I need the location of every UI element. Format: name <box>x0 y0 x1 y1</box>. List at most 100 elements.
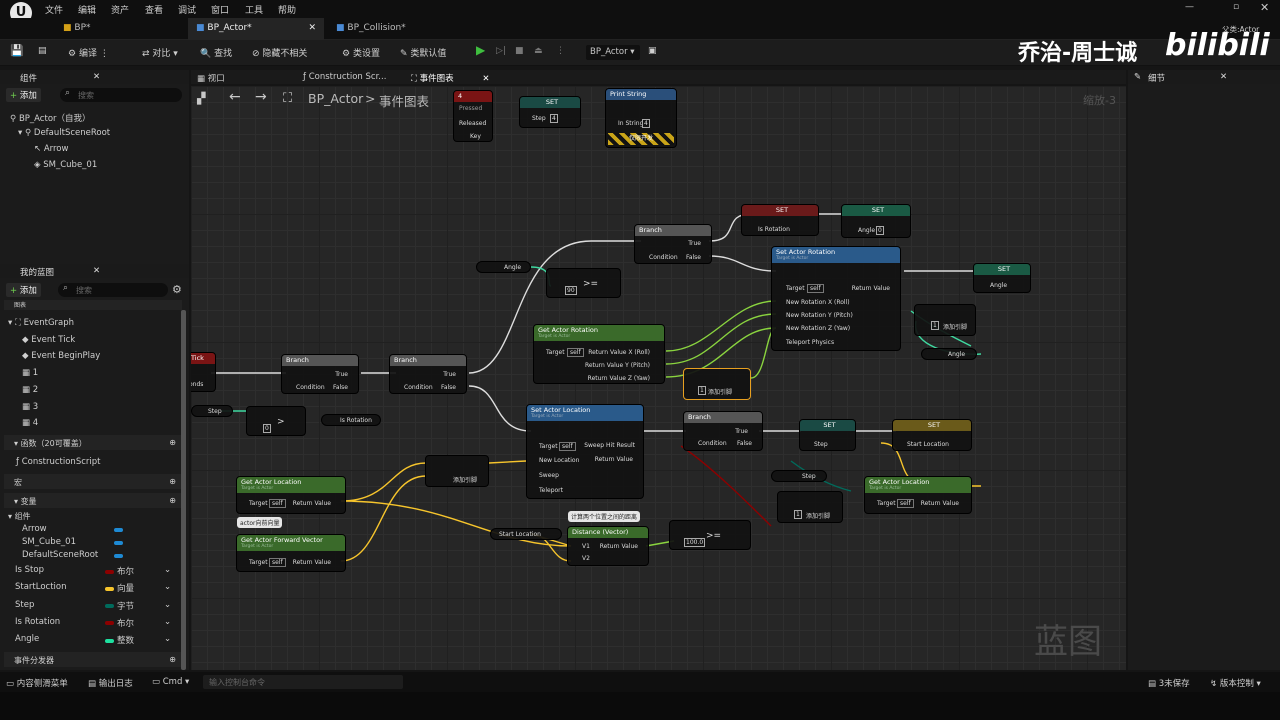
set-step-node[interactable]: SET Step 4 <box>519 96 581 128</box>
play-icon[interactable]: ▶ <box>476 43 485 57</box>
add-variable-icon[interactable]: ⊕ <box>169 496 176 505</box>
start-location-getter[interactable]: Start Location <box>490 528 562 540</box>
close-tab-icon[interactable]: ✕ <box>482 74 489 84</box>
menu-asset[interactable]: 资产 <box>111 3 129 16</box>
print-string-node[interactable]: Print String In String 4 仅限开发 <box>605 88 677 148</box>
string-value[interactable]: 4 <box>642 119 650 128</box>
set-is-rotation-node[interactable]: SET Is Rotation <box>741 204 819 236</box>
set-angle-node[interactable]: SET Angle 0 <box>841 204 911 238</box>
close-tab-icon[interactable]: ✕ <box>308 23 316 33</box>
menu-file[interactable]: 文件 <box>45 3 63 16</box>
add-node[interactable]: 1 添加引脚 <box>914 304 976 336</box>
unsaved-button[interactable]: ▤ 3未保存 <box>1148 677 1190 689</box>
var-item[interactable]: Step <box>15 600 34 610</box>
browse-debug-icon[interactable]: ▣ <box>648 46 657 56</box>
event-item[interactable]: ▦ 1 <box>22 368 38 378</box>
tab-bp-actor[interactable]: ■ BP_Actor* ✕ <box>188 18 324 40</box>
angle-value[interactable]: 0 <box>876 226 884 235</box>
tree-item-root[interactable]: ▾ ⚲ DefaultSceneRoot <box>18 128 110 138</box>
class-settings-button[interactable]: ⚙ 类设置 <box>342 46 380 59</box>
branch-node[interactable]: Branch True Condition False <box>389 354 467 394</box>
menu-edit[interactable]: 编辑 <box>78 3 96 16</box>
event-tick-node[interactable]: Tick onds <box>191 352 216 392</box>
add-function-icon[interactable]: ⊕ <box>169 438 176 447</box>
var-root[interactable]: DefaultSceneRoot <box>22 550 98 560</box>
event-graph-canvas[interactable]: ▞ ← → ⛶ BP_Actor > 事件图表 缩放-3 蓝图 4 Presse… <box>191 86 1126 670</box>
branch-node[interactable]: Branch True Condition False <box>634 224 712 264</box>
tab-viewport[interactable]: ▦ 视口 <box>197 72 225 84</box>
add-component-button[interactable]: + 添加 <box>6 88 41 102</box>
var-type[interactable]: 布尔 <box>105 617 134 629</box>
eject-icon[interactable]: ⏏ <box>534 46 543 56</box>
tab-bp[interactable]: ■ BP* <box>55 18 185 40</box>
maximize-icon[interactable]: ▫ <box>1233 2 1239 12</box>
distance-node[interactable]: Distance (Vector) V1 Return Value V2 <box>567 526 649 566</box>
var-type[interactable]: 字节 <box>105 600 134 612</box>
set-step-node-2[interactable]: SET Step <box>799 419 856 451</box>
step-getter-node[interactable]: Step <box>771 470 827 482</box>
menu-tools[interactable]: 工具 <box>245 3 263 16</box>
set-angle-node-2[interactable]: SET Angle <box>973 263 1031 293</box>
find-button[interactable]: 🔍 查找 <box>200 46 232 59</box>
close-window-icon[interactable]: ✕ <box>1260 1 1269 14</box>
set-actor-rotation-node[interactable]: Set Actor Rotation Target is Actor Target… <box>771 246 901 351</box>
greater-value[interactable]: 0 <box>263 424 271 433</box>
chevron-down-icon[interactable]: ⌄ <box>164 600 171 610</box>
set-start-location-node[interactable]: SET Start Location <box>892 419 972 451</box>
console-input[interactable]: 输入控制台命令 <box>203 675 403 689</box>
functions-section[interactable]: ▾ 函数（20可覆盖） ⊕ <box>4 435 182 450</box>
stop-icon[interactable]: ■ <box>515 46 524 56</box>
diff-button[interactable]: ⇄ 对比 ▾ <box>142 46 178 59</box>
source-control-button[interactable]: ↯ 版本控制 ▾ <box>1210 677 1261 689</box>
tree-item-self[interactable]: ⚲ BP_Actor（自我） <box>10 112 91 124</box>
var-item[interactable]: Angle <box>15 634 39 644</box>
tab-construction[interactable]: ƒ Construction Scr... <box>303 72 386 82</box>
close-panel-icon[interactable]: ✕ <box>93 266 100 276</box>
menu-help[interactable]: 帮助 <box>278 3 296 16</box>
var-arrow[interactable]: Arrow <box>22 524 47 534</box>
compare-value[interactable]: 90 <box>565 286 577 295</box>
angle-getter-node[interactable]: Angle <box>921 348 977 360</box>
dispatchers-section[interactable]: 事件分发器 ⊕ <box>4 652 182 667</box>
menu-debug[interactable]: 调试 <box>178 3 196 16</box>
get-actor-location-node[interactable]: Get Actor Location Target is Actor Target… <box>236 476 346 514</box>
event-item[interactable]: ▦ 4 <box>22 418 38 428</box>
chevron-down-icon[interactable]: ⌄ <box>164 634 171 644</box>
set-actor-location-node[interactable]: Set Actor Location Target is Actor Target… <box>526 404 644 499</box>
components-var-group[interactable]: ▾ 组件 <box>8 511 31 522</box>
output-log-button[interactable]: ▤ 输出日志 <box>88 677 133 689</box>
step-icon[interactable]: ▷| <box>496 46 506 56</box>
var-item[interactable]: StartLoction <box>15 582 67 592</box>
var-type[interactable]: 布尔 <box>105 565 134 577</box>
event-item[interactable]: ◆ Event BeginPlay <box>22 351 100 361</box>
compare-node[interactable]: 90 >= <box>546 268 621 298</box>
is-rotation-getter[interactable]: Is Rotation <box>321 414 381 426</box>
tree-item-arrow[interactable]: ↖ Arrow <box>34 144 68 154</box>
compile-button[interactable]: ⚙ 编译 ⋮ <box>68 46 109 59</box>
add-mybp-button[interactable]: + 添加 <box>6 283 41 297</box>
chevron-down-icon[interactable]: ⌄ <box>164 565 171 575</box>
chevron-down-icon[interactable]: ⌄ <box>164 582 171 592</box>
more-icon[interactable]: ⋮ <box>556 46 565 56</box>
tab-bp-collision[interactable]: ■ BP_Collision* <box>328 18 468 40</box>
content-drawer-button[interactable]: ▭ 内容侧滑菜单 <box>6 677 68 689</box>
add-node-selected[interactable]: 1 添加引脚 <box>683 368 751 400</box>
graphs-section[interactable]: 图表 <box>4 300 182 310</box>
var-cube[interactable]: SM_Cube_01 <box>22 537 76 547</box>
components-search-input[interactable]: ⌕ 搜索 <box>60 88 182 102</box>
comment-bubble[interactable]: actor向前向量 <box>237 517 283 528</box>
compare-value[interactable]: 100.0 <box>684 538 706 547</box>
browse-icon[interactable]: ▤ <box>38 46 47 56</box>
debug-object-dropdown[interactable]: BP_Actor ▾ <box>586 45 640 60</box>
step-value[interactable]: 4 <box>550 114 558 123</box>
compare-distance-node[interactable]: 100.0 >= <box>669 520 751 550</box>
add-value[interactable]: 1 <box>931 321 939 330</box>
chevron-down-icon[interactable]: ⌄ <box>164 617 171 627</box>
cmd-dropdown[interactable]: ▭ Cmd ▾ <box>152 677 189 687</box>
add-value[interactable]: 1 <box>698 386 706 395</box>
add-pin-label[interactable]: 添加引脚 <box>708 387 732 396</box>
branch-node[interactable]: Branch True Condition False <box>683 411 763 451</box>
get-forward-vector-node[interactable]: Get Actor Forward Vector Target is Actor … <box>236 534 346 572</box>
get-actor-rotation-node[interactable]: Get Actor Rotation Target is Actor Target… <box>533 324 665 384</box>
settings-gear-icon[interactable]: ⚙ <box>172 283 182 296</box>
